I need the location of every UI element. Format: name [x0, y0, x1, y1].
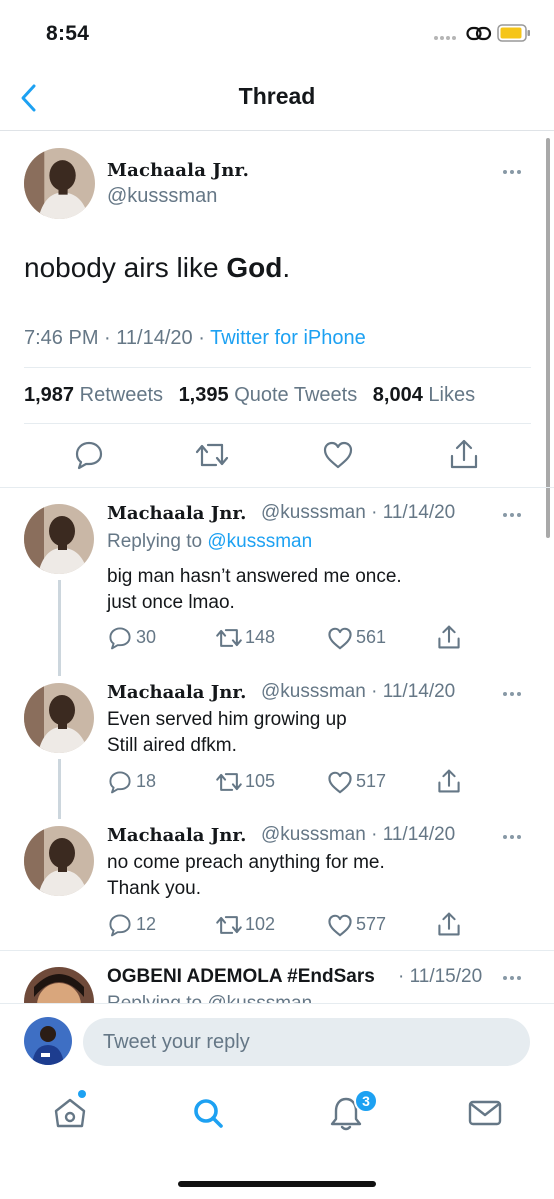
reply-text-line: Still aired dfkm.: [107, 735, 237, 756]
nav-header: Thread: [0, 66, 554, 131]
author-name[interactable]: Machaala Jnr.: [107, 160, 249, 181]
retweet-count: 148: [245, 627, 276, 647]
reply-count: 30: [136, 627, 157, 647]
reply-text-line: Thank you.: [107, 878, 201, 899]
quote-tweets-stat[interactable]: 1,395 Quote Tweets: [179, 384, 358, 406]
reply-text-line: Even served him growing up: [107, 709, 347, 730]
divider: [0, 487, 554, 488]
share-icon[interactable]: [437, 911, 461, 937]
reply-text-line: no come preach anything for me.: [107, 852, 385, 873]
status-time: 8:54: [46, 22, 90, 45]
like-icon[interactable]: [327, 627, 353, 650]
scroll-indicator[interactable]: [546, 138, 550, 538]
page-title: Thread: [238, 83, 316, 109]
home-indicator[interactable]: [178, 1181, 376, 1187]
avatar[interactable]: [24, 826, 94, 896]
share-icon[interactable]: [449, 438, 479, 470]
reply-icon[interactable]: [108, 913, 132, 937]
reply-handle-date[interactable]: @kusssman · 11/14/20: [261, 502, 455, 524]
current-user-avatar[interactable]: [24, 1017, 72, 1065]
more-icon[interactable]: [503, 167, 529, 177]
divider: [24, 423, 531, 424]
tweet-date: 11/14/20: [116, 327, 193, 349]
like-icon[interactable]: [327, 771, 353, 794]
divider: [24, 367, 531, 368]
tab-home[interactable]: [50, 1093, 90, 1133]
reply-text-line: just once lmao.: [107, 592, 235, 613]
tab-messages[interactable]: [465, 1093, 505, 1133]
reply-handle-date[interactable]: @kusssman · 11/14/20: [261, 824, 455, 846]
divider: [0, 950, 554, 951]
likes-stat[interactable]: 8,004 Likes: [373, 384, 475, 406]
tweet-text: nobody airs like God.: [24, 252, 291, 283]
reply-author-name[interactable]: Machaala Jnr.: [107, 682, 246, 703]
link-icon: [466, 24, 492, 44]
more-icon[interactable]: [503, 510, 529, 520]
notifications-badge: 3: [354, 1089, 378, 1113]
retweet-count: 105: [245, 771, 276, 791]
like-icon[interactable]: [322, 441, 354, 469]
reply-author-name[interactable]: Machaala Jnr.: [107, 503, 246, 524]
reply-count: 18: [136, 771, 157, 791]
tweet-time: 7:46 PM: [24, 327, 99, 349]
signal-icon: [434, 36, 460, 42]
tab-search[interactable]: [188, 1093, 228, 1133]
avatar[interactable]: [24, 504, 94, 574]
share-icon[interactable]: [437, 768, 461, 794]
avatar[interactable]: [24, 148, 95, 219]
retweet-icon[interactable]: [214, 914, 244, 936]
thread-line: [58, 580, 61, 676]
reply-input[interactable]: Tweet your reply: [83, 1018, 530, 1066]
more-icon[interactable]: [503, 973, 529, 983]
reply-icon[interactable]: [74, 440, 104, 470]
reply-composer: Tweet your reply: [0, 1003, 554, 1079]
search-icon: [194, 1099, 223, 1128]
reply-text-line: big man hasn’t answered me once.: [107, 566, 402, 587]
replying-to: Replying to @kusssman: [107, 531, 313, 552]
status-bar: 8:54: [0, 0, 554, 66]
more-icon[interactable]: [503, 689, 529, 699]
reply-author-name[interactable]: Machaala Jnr.: [107, 825, 246, 846]
like-count: 561: [356, 627, 387, 647]
author-handle[interactable]: @kusssman: [107, 185, 217, 208]
reply-author-name[interactable]: OGBENI ADEMOLA #EndSars: [107, 966, 375, 988]
thread-line: [58, 759, 61, 819]
retweet-count: 102: [245, 914, 276, 934]
avatar[interactable]: [24, 683, 94, 753]
like-icon[interactable]: [327, 914, 353, 937]
tweet-source[interactable]: Twitter for iPhone: [210, 327, 366, 349]
reply-handle-date[interactable]: · 11/15/20: [398, 966, 482, 988]
messages-icon: [468, 1100, 502, 1126]
retweet-icon[interactable]: [214, 771, 244, 793]
tweet-stats: 1,987 Retweets 1,395 Quote Tweets 8,004 …: [24, 384, 475, 407]
reply-icon[interactable]: [108, 626, 132, 650]
tweet-meta: 7:46 PM · 11/14/20 · Twitter for iPhone: [24, 327, 366, 349]
reply-handle-date[interactable]: @kusssman · 11/14/20: [261, 681, 455, 703]
more-icon[interactable]: [503, 832, 529, 842]
like-count: 517: [356, 771, 387, 791]
reply-icon[interactable]: [108, 770, 132, 794]
like-count: 577: [356, 914, 387, 934]
retweet-icon[interactable]: [214, 627, 244, 649]
home-icon: [54, 1098, 86, 1128]
share-icon[interactable]: [437, 624, 461, 650]
mention-link[interactable]: @kusssman: [207, 531, 312, 552]
home-new-indicator: [78, 1090, 86, 1098]
retweet-icon[interactable]: [194, 441, 230, 469]
reply-count: 12: [136, 914, 157, 934]
retweets-stat[interactable]: 1,987 Retweets: [24, 384, 163, 406]
battery-icon: [497, 24, 531, 42]
